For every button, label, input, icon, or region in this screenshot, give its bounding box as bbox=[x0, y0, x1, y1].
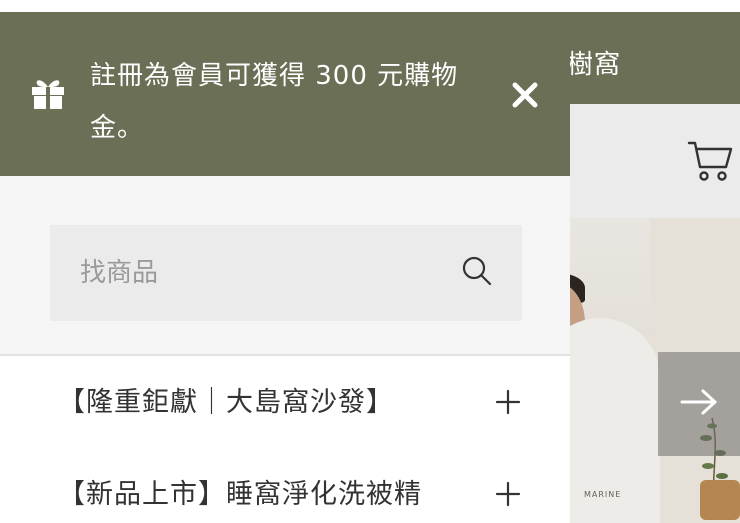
basket bbox=[700, 480, 740, 520]
menu-item[interactable]: 【隆重鉅獻｜大島窩沙發】 bbox=[0, 356, 570, 446]
close-icon bbox=[511, 81, 539, 113]
arrow-right-icon bbox=[679, 387, 719, 421]
plus-icon[interactable] bbox=[490, 384, 526, 420]
search-input[interactable] bbox=[80, 225, 440, 321]
gift-icon bbox=[30, 76, 66, 110]
menu-item-label: 【隆重鉅獻｜大島窩沙發】 bbox=[58, 387, 394, 418]
carousel-next-button[interactable] bbox=[658, 352, 740, 456]
shirt-print: MARINE bbox=[584, 490, 622, 499]
close-button[interactable] bbox=[506, 78, 544, 116]
search-button[interactable] bbox=[455, 251, 499, 295]
search-box bbox=[50, 225, 522, 321]
side-drawer: 註冊為會員可獲得 300 元購物金。 找商品 【隆重鉅獻｜大島窩沙發】 【新品上… bbox=[0, 12, 570, 523]
category-menu: 【隆重鉅獻｜大島窩沙發】 【新品上市】睡窩淨化洗被精 bbox=[0, 354, 570, 523]
promo-message: 註冊為會員可獲得 300 元購物金。 bbox=[90, 61, 459, 143]
screen: 的樹窩 MARINE 註冊為會員可獲得 300 元購物金。 找商品 【隆重鉅獻｜… bbox=[0, 0, 740, 523]
plus-icon[interactable] bbox=[490, 476, 526, 512]
top-strip bbox=[0, 0, 740, 12]
menu-item[interactable]: 【新品上市】睡窩淨化洗被精 bbox=[0, 448, 570, 523]
search-icon bbox=[461, 255, 493, 291]
promo-banner: 註冊為會員可獲得 300 元購物金。 bbox=[0, 12, 570, 176]
cart-icon[interactable] bbox=[686, 137, 734, 185]
menu-item-label: 【新品上市】睡窩淨化洗被精 bbox=[58, 479, 422, 510]
